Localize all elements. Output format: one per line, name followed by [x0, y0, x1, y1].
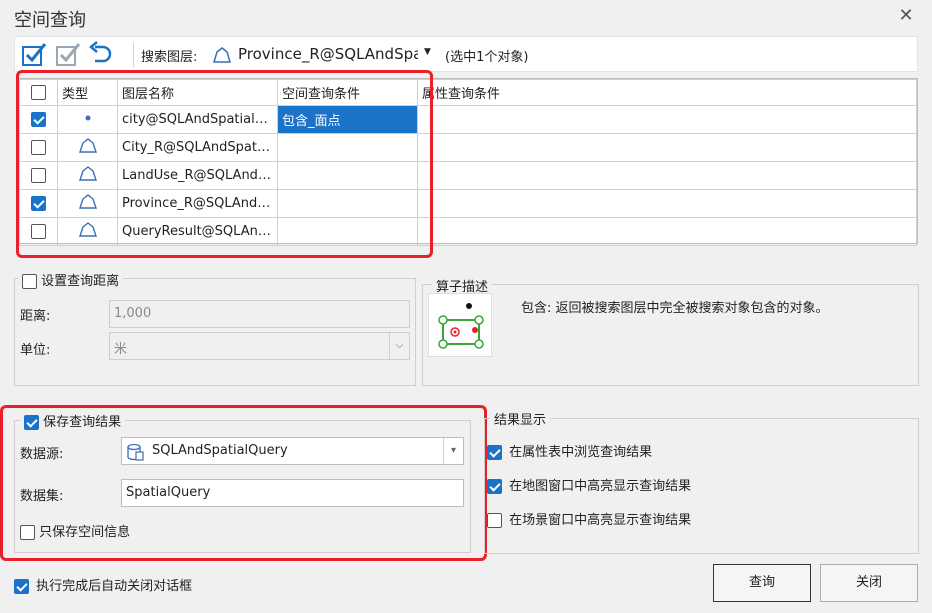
row-checkbox-cell[interactable] — [19, 189, 58, 218]
row-spatial-condition[interactable] — [277, 133, 418, 162]
row-layer-name[interactable]: LandUse_R@SQLAndS... — [117, 161, 278, 190]
browse-attr-checkbox[interactable] — [487, 445, 502, 460]
row-type-cell — [57, 161, 118, 190]
row-checkbox-cell[interactable] — [19, 161, 58, 190]
chevron-down-icon[interactable]: ▼ — [424, 47, 431, 57]
close-button[interactable]: 关闭 — [820, 564, 918, 602]
autoclose-label: 执行完成后自动关闭对话框 — [36, 579, 193, 594]
highlight-map-checkbox[interactable] — [487, 479, 502, 494]
region-icon — [78, 137, 98, 158]
highlight-scene-label: 在场景窗口中高亮显示查询结果 — [509, 513, 692, 528]
row-checkbox[interactable] — [31, 112, 46, 127]
datasource-label: 数据源: — [20, 447, 64, 462]
row-checkbox[interactable] — [31, 224, 46, 239]
row-type-cell — [57, 217, 118, 246]
close-icon[interactable]: ✕ — [896, 6, 916, 26]
dialog-title: 空间查询 — [14, 10, 86, 31]
browse-attr-option[interactable]: 在属性表中浏览查询结果 — [487, 441, 652, 460]
row-spatial-condition[interactable] — [277, 189, 418, 218]
region-icon — [78, 165, 98, 186]
save-group-title: 保存查询结果 — [20, 411, 126, 430]
database-icon — [127, 443, 144, 461]
row-checkbox[interactable] — [31, 168, 46, 183]
row-layer-name[interactable]: Province_R@SQLAndS... — [117, 189, 278, 218]
row-checkbox-cell[interactable] — [19, 105, 58, 134]
save-result-checkbox[interactable] — [24, 415, 39, 430]
operator-description: 包含: 返回被搜索图层中完全被搜索对象包含的对象。 — [521, 301, 829, 316]
chevron-down-icon[interactable]: ⌵ — [389, 333, 409, 359]
highlight-map-label: 在地图窗口中高亮显示查询结果 — [509, 479, 692, 494]
row-checkbox-cell[interactable] — [19, 217, 58, 246]
row-type-cell — [57, 189, 118, 218]
dataset-input[interactable]: SpatialQuery — [121, 479, 464, 507]
autoclose-option[interactable]: 执行完成后自动关闭对话框 — [14, 575, 192, 594]
spatial-only-checkbox[interactable] — [20, 525, 35, 540]
set-distance-label: 设置查询距离 — [41, 274, 120, 289]
region-icon — [78, 193, 98, 214]
row-spatial-condition[interactable] — [277, 217, 418, 246]
column-header-attribute-condition[interactable]: 属性查询条件 — [417, 79, 917, 106]
row-attribute-condition[interactable] — [417, 217, 917, 246]
row-attribute-condition[interactable] — [417, 133, 917, 162]
select-all-icon[interactable] — [21, 41, 47, 67]
row-spatial-condition[interactable]: 包含_面点 — [277, 105, 418, 134]
row-attribute-condition[interactable] — [417, 189, 917, 218]
chevron-down-icon[interactable]: ▾ — [443, 438, 463, 464]
point-icon — [83, 112, 93, 127]
row-spatial-condition[interactable] — [277, 161, 418, 190]
row-attribute-condition[interactable] — [417, 105, 917, 134]
column-header-spatial-condition[interactable]: 空间查询条件 — [277, 79, 418, 106]
browse-attr-label: 在属性表中浏览查询结果 — [509, 445, 653, 460]
row-type-cell — [57, 105, 118, 134]
table-row[interactable]: City_R@SQLAndSpatial... — [19, 133, 917, 162]
row-checkbox[interactable] — [31, 196, 46, 211]
column-header-layer-name[interactable]: 图层名称 — [117, 79, 278, 106]
distance-input[interactable]: 1,000 — [109, 300, 410, 328]
select-all-checkbox[interactable] — [31, 85, 46, 100]
row-layer-name[interactable]: City_R@SQLAndSpatial... — [117, 133, 278, 162]
autoclose-checkbox[interactable] — [14, 579, 29, 594]
selection-count: (选中1个对象) — [445, 50, 529, 65]
highlight-map-option[interactable]: 在地图窗口中高亮显示查询结果 — [487, 475, 691, 494]
dataset-label: 数据集: — [20, 489, 64, 504]
table-row[interactable]: QueryResult@SQLAnd... — [19, 217, 917, 246]
column-header-type[interactable]: 类型 — [57, 79, 118, 106]
save-result-label: 保存查询结果 — [43, 415, 122, 430]
table-row[interactable]: Province_R@SQLAndS... — [19, 189, 917, 218]
distance-group-title: 设置查询距离 — [18, 270, 124, 289]
unit-select[interactable]: 米 ⌵ — [109, 332, 410, 360]
toolbar-separator — [133, 43, 134, 67]
datasource-select[interactable]: SQLAndSpatialQuery ▾ — [121, 437, 464, 465]
undo-icon[interactable] — [87, 41, 113, 67]
toolbar: 搜索图层: Province_R@SQLAndSpa ▼ (选中1个对象) — [14, 36, 918, 72]
select-all-checkbox-cell[interactable] — [19, 79, 58, 106]
query-button[interactable]: 查询 — [713, 564, 811, 602]
search-layer-combo[interactable]: Province_R@SQLAndSpa ▼ — [210, 43, 440, 67]
search-layer-label: 搜索图层: — [141, 50, 198, 65]
row-layer-name[interactable]: city@SQLAndSpatialQ... — [117, 105, 278, 134]
set-distance-checkbox[interactable] — [22, 274, 37, 289]
row-attribute-condition[interactable] — [417, 161, 917, 190]
spatial-only-label: 只保存空间信息 — [39, 525, 131, 540]
row-checkbox[interactable] — [31, 140, 46, 155]
row-layer-name[interactable]: QueryResult@SQLAnd... — [117, 217, 278, 246]
layer-grid: 类型 图层名称 空间查询条件 属性查询条件 city@SQLAndSpatial… — [18, 78, 918, 246]
highlight-scene-checkbox[interactable] — [487, 513, 502, 528]
contain-operator-icon — [428, 293, 492, 357]
highlight-scene-option[interactable]: 在场景窗口中高亮显示查询结果 — [487, 509, 691, 528]
unit-label: 单位: — [20, 343, 51, 358]
row-checkbox-cell[interactable] — [19, 133, 58, 162]
region-icon — [212, 47, 232, 63]
search-layer-value: Province_R@SQLAndSpa — [238, 45, 418, 63]
select-none-icon[interactable] — [55, 41, 81, 67]
datasource-value: SQLAndSpatialQuery — [152, 443, 288, 458]
distance-label: 距离: — [20, 309, 51, 324]
spatial-only-option[interactable]: 只保存空间信息 — [20, 521, 130, 540]
table-row[interactable]: city@SQLAndSpatialQ... 包含_面点 — [19, 105, 917, 134]
row-type-cell — [57, 133, 118, 162]
unit-select-value: 米 — [114, 342, 128, 357]
table-row[interactable]: LandUse_R@SQLAndS... — [19, 161, 917, 190]
display-group-title: 结果显示 — [490, 409, 551, 428]
region-icon — [78, 221, 98, 242]
